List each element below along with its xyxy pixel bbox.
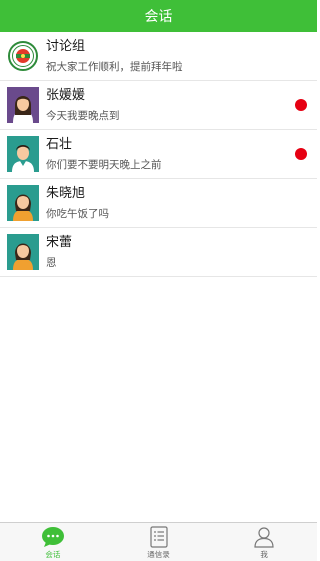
tab-conversations[interactable]: 会话 (0, 523, 106, 561)
conversation-item[interactable]: 朱晓旭 你吃午饭了吗 (0, 179, 317, 228)
conversation-last-message: 你吃午饭了吗 (46, 208, 109, 220)
unread-dot (295, 148, 307, 160)
tab-label: 会话 (45, 550, 61, 559)
contacts-list-icon (147, 526, 171, 548)
conversation-item[interactable]: 张媛媛 今天我要晚点到 (0, 81, 317, 130)
tab-me[interactable]: 我 (211, 523, 317, 561)
tab-label: 通信录 (147, 550, 170, 559)
unread-dot (295, 99, 307, 111)
tab-contacts[interactable]: 通信录 (106, 523, 212, 561)
man-teal-avatar (7, 136, 39, 172)
chat-bubble-icon (41, 526, 65, 548)
tab-label: 我 (260, 550, 268, 559)
woman-teal-avatar (7, 185, 39, 221)
conversation-name: 张媛媛 (46, 88, 86, 103)
conversation-name: 朱晓旭 (46, 186, 86, 201)
conversation-last-message: 今天我要晚点到 (46, 110, 120, 122)
person-icon (252, 526, 276, 548)
conversation-name: 讨论组 (46, 39, 86, 54)
conversation-item-group[interactable]: 讨论组 祝大家工作顺利，提前拜年啦 (0, 32, 317, 81)
top-bar: 会话 (0, 0, 317, 32)
conversation-name: 宋蕾 (46, 235, 73, 250)
conversation-last-message: 恩 (46, 257, 57, 269)
woman-teal-avatar-2 (7, 234, 39, 270)
bottom-tab-bar: 会话 通信录 我 (0, 522, 317, 561)
conversation-last-message: 祝大家工作顺利，提前拜年啦 (46, 61, 183, 73)
conversation-item[interactable]: 宋蕾 恩 (0, 228, 317, 277)
conversation-last-message: 你们要不要明天晚上之前 (46, 159, 162, 171)
conversation-name: 石壮 (46, 137, 73, 152)
conversation-item[interactable]: 石壮 你们要不要明天晚上之前 (0, 130, 317, 179)
woman-purple-avatar (7, 87, 39, 123)
group-logo-icon (7, 38, 39, 74)
conversation-list: 讨论组 祝大家工作顺利，提前拜年啦 张媛媛 今天我要晚点到 石壮 你们要不要明天… (0, 32, 317, 277)
page-title: 会话 (144, 9, 173, 25)
